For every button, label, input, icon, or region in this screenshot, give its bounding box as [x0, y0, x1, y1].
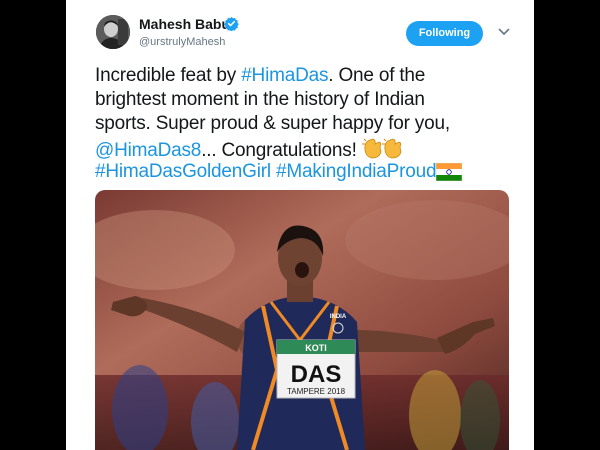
author-display-name[interactable]: Mahesh Babu	[139, 16, 230, 32]
author-avatar[interactable]	[96, 15, 130, 49]
avatar-image	[96, 15, 130, 49]
following-button[interactable]: Following	[406, 21, 483, 46]
tweet-line-3: sports. Super proud & super happy for yo…	[95, 113, 450, 134]
hashtag-makingindiaproud[interactable]: #MakingIndiaProud	[276, 161, 437, 182]
hashtag-himadasgoldengirl[interactable]: #HimaDasGoldenGirl	[95, 161, 271, 182]
tweet-header: Mahesh Babu @urstrulyMahesh Following	[66, 0, 534, 60]
tweet-line-2: brightest moment in the history of India…	[95, 89, 425, 110]
bib-sponsor: KOTI	[305, 343, 327, 353]
athlete-photo: KOTI DAS TAMPERE 2018 INDIA	[95, 190, 509, 450]
tweet-text-segment: . One of the	[328, 65, 426, 86]
tweet-text: Incredible feat by #HimaDas. One of the …	[95, 64, 525, 184]
jersey-label: INDIA	[330, 314, 347, 320]
tweet-photo[interactable]: KOTI DAS TAMPERE 2018 INDIA	[95, 190, 509, 450]
tweet-line-4: @HimaDas8... Congratulations!	[95, 136, 525, 161]
bib-event: TAMPERE 2018	[287, 387, 346, 396]
tweet-card: Mahesh Babu @urstrulyMahesh Following In…	[66, 0, 534, 450]
india-flag-icon	[436, 162, 463, 188]
hashtag-himadas[interactable]: #HimaDas	[241, 65, 328, 86]
verified-badge-icon	[224, 16, 239, 31]
tweet-text-segment: ... Congratulations!	[201, 140, 357, 161]
author-handle[interactable]: @urstrulyMahesh	[139, 36, 225, 48]
tweet-line-1: Incredible feat by #HimaDas. One of the	[95, 64, 525, 88]
chevron-down-icon[interactable]	[498, 27, 510, 37]
mention-himadas8[interactable]: @HimaDas8	[95, 140, 201, 161]
tweet-text-segment: Incredible feat by	[95, 65, 242, 86]
tweet-line-5: #HimaDasGoldenGirl #MakingIndiaProud	[95, 160, 525, 184]
bib-name: DAS	[291, 361, 342, 388]
